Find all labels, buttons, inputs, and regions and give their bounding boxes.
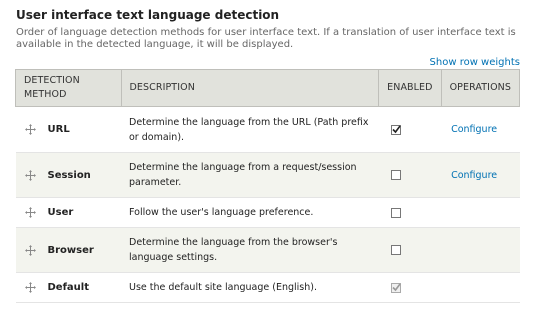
header-detection-method: DETECTION METHOD <box>15 69 122 107</box>
drag-handle-icon[interactable] <box>24 207 36 218</box>
enabled-checkbox[interactable] <box>390 245 401 255</box>
operations-cell: Configure <box>441 106 520 153</box>
method-cell: Session <box>15 152 121 198</box>
enabled-cell <box>378 197 442 228</box>
method-description: Use the default site language (English). <box>121 272 379 303</box>
operations-cell <box>441 272 520 303</box>
table-row[interactable]: User Follow the user's language preferen… <box>15 197 520 228</box>
method-cell: Default <box>15 272 121 303</box>
checkmark-icon <box>392 283 401 291</box>
enabled-cell <box>378 152 442 198</box>
table-row[interactable]: URL Determine the language from the URL … <box>15 106 520 153</box>
table-row[interactable]: Session Determine the language from a re… <box>15 152 520 198</box>
enabled-cell <box>378 106 442 153</box>
section-title: User interface text language detection <box>16 8 280 22</box>
operations-cell <box>441 197 520 228</box>
method-name: User <box>47 207 74 218</box>
configure-link[interactable]: Configure <box>451 124 497 135</box>
checkmark-icon <box>392 125 401 133</box>
enabled-checkbox-disabled <box>390 282 401 293</box>
method-cell: URL <box>15 106 121 153</box>
drag-handle-icon[interactable] <box>24 282 36 293</box>
drag-handle-icon[interactable] <box>24 169 36 181</box>
show-row-weights-link[interactable]: Show row weights <box>430 57 520 68</box>
drag-handle-icon[interactable] <box>24 124 36 135</box>
operations-cell: Configure <box>441 152 520 198</box>
header-operations: OPERATIONS <box>440 69 521 107</box>
enabled-checkbox[interactable] <box>390 207 401 218</box>
configure-link[interactable]: Configure <box>451 170 497 181</box>
enabled-checkbox[interactable] <box>390 170 401 180</box>
header-description: DESCRIPTION <box>120 69 380 107</box>
method-description: Follow the user's language preference. <box>121 197 379 228</box>
drag-handle-icon[interactable] <box>24 244 36 256</box>
header-enabled: ENABLED <box>378 69 442 107</box>
operations-cell <box>441 227 520 273</box>
table-header-row: DETECTION METHOD DESCRIPTION ENABLED OPE… <box>15 69 521 107</box>
method-cell: User <box>15 197 121 228</box>
section-description: Order of language detection methods for … <box>16 27 516 50</box>
method-name: Default <box>47 282 90 293</box>
method-name: URL <box>47 124 70 135</box>
method-description: Determine the language from a request/se… <box>121 152 379 198</box>
method-name: Session <box>47 169 91 181</box>
method-description: Determine the language from the URL (Pat… <box>121 106 379 153</box>
method-cell: Browser <box>15 227 121 273</box>
method-name: Browser <box>47 244 94 256</box>
enabled-cell <box>378 227 442 273</box>
table-row[interactable]: Browser Determine the language from the … <box>15 227 520 273</box>
table-row[interactable]: Default Use the default site language (E… <box>15 272 520 303</box>
method-description: Determine the language from the browser'… <box>121 227 379 273</box>
enabled-cell <box>378 272 442 303</box>
language-detection-table: DETECTION METHOD DESCRIPTION ENABLED OPE… <box>15 69 521 303</box>
enabled-checkbox[interactable] <box>390 124 401 135</box>
